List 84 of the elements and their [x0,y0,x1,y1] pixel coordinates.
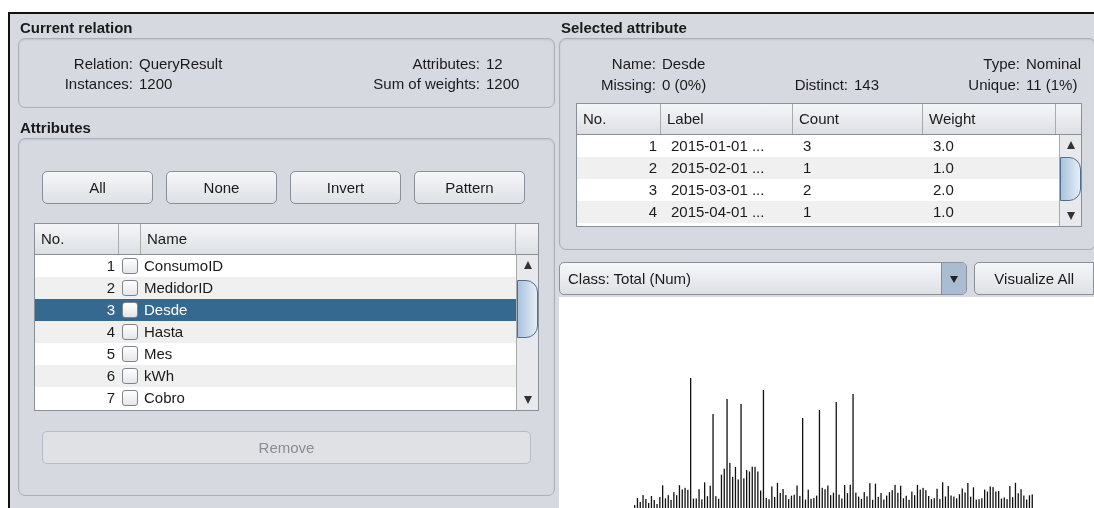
table-cell-text: 4 [647,202,658,222]
row-number: 6 [105,366,116,386]
table-cell-text: 1 [802,158,813,178]
visualize-all-button[interactable]: Visualize All [974,262,1094,295]
checkbox[interactable] [122,302,138,318]
table-cell-text: 2015-01-01 ... [670,136,766,156]
field-value: 12 [486,54,504,72]
select-button[interactable]: All [42,171,153,204]
column-header[interactable]: Label [661,104,793,134]
field-label: Type: [982,55,1020,72]
column-header[interactable]: Name [141,224,516,254]
attribute-name: Mes [143,344,174,364]
table-cell-text: 2015-04-01 ... [670,202,766,222]
attribute-row[interactable]: 3 Desde [35,299,516,321]
field-value: QueryResult [139,54,224,72]
table-cell-text: 1 [802,202,813,222]
attribute-row[interactable]: 1 ConsumoID [35,255,516,277]
select-button[interactable]: None [166,171,277,204]
table-cell-text: 2 [647,158,658,178]
scroll-down-icon[interactable] [522,395,533,405]
row-number: 2 [105,278,116,298]
attribute-row[interactable]: 6 kWh [35,365,516,387]
table-cell-text: 2.0 [932,180,955,200]
field-label: Attributes: [411,54,480,72]
checkbox[interactable] [122,280,138,296]
row-number: 1 [105,256,116,276]
column-header[interactable]: No. [35,224,119,254]
scrollbar[interactable] [1059,135,1081,226]
row-number: 3 [105,300,116,320]
checkbox[interactable] [122,324,138,340]
attribute-name: MedidorID [143,278,215,298]
class-dropdown[interactable]: Class: Total (Num) [559,262,968,295]
scroll-up-icon[interactable] [1065,140,1076,150]
field-label: Unique: [967,76,1020,93]
attribute-name: ConsumoID [143,256,225,276]
attribute-row[interactable]: 4 Hasta [35,321,516,343]
scrollbar[interactable] [516,255,538,410]
table-cell-text: 1.0 [932,158,955,178]
field-label: Sum of weights: [372,74,480,92]
scroll-up-icon[interactable] [522,260,533,270]
attribute-name: Desde [143,300,189,320]
table-cell-text: 3 [647,180,658,200]
column-header[interactable]: Count [793,104,923,134]
attribute-row[interactable]: 5 Mes [35,343,516,365]
table-cell-text: 1 [647,136,658,156]
scroll-down-icon[interactable] [1065,211,1076,221]
field-label: Missing: [600,76,656,93]
field-value: 0 (0%) [662,76,708,93]
table-cell-text: 2015-02-01 ... [670,158,766,178]
table-cell-text: 2015-03-01 ... [670,180,766,200]
column-header[interactable]: Weight [923,104,1056,134]
section-title: Attributes [19,118,92,138]
field-value: 1200 [486,74,521,92]
table-cell-text: 3 [802,136,813,156]
dropdown-icon [949,273,960,284]
checkbox[interactable] [122,346,138,362]
attribute-row[interactable]: 7 Cobro [35,387,516,409]
field-value: 1200 [139,74,174,92]
table-cell-text: 3.0 [932,136,955,156]
select-button[interactable]: Invert [290,171,401,204]
section-title: Selected attribute [560,18,688,38]
attribute-name: Hasta [143,322,185,342]
attribute-row[interactable]: 2 MedidorID [35,277,516,299]
field-value: 11 (1%) [1026,76,1079,93]
checkbox[interactable] [122,368,138,384]
checkbox[interactable] [122,390,138,406]
row-number: 7 [105,388,116,408]
attribute-name: Cobro [143,388,186,408]
table-cell-text: 2 [802,180,813,200]
field-value: Desde [662,55,707,72]
table-cell-text: 1.0 [932,202,955,222]
select-button[interactable]: Pattern [414,171,525,204]
field-value: Nominal [1026,55,1083,72]
field-label: Distinct: [793,76,848,93]
field-label: Relation: [72,54,133,72]
row-number: 5 [105,344,116,364]
checkbox[interactable] [122,258,138,274]
field-value: 143 [854,76,881,93]
section-title: Current relation [19,18,134,38]
field-label: Name: [610,55,656,72]
attribute-name: kWh [143,366,175,386]
field-label: Instances: [63,74,133,92]
column-header[interactable]: No. [577,104,661,134]
row-number: 4 [105,322,116,342]
